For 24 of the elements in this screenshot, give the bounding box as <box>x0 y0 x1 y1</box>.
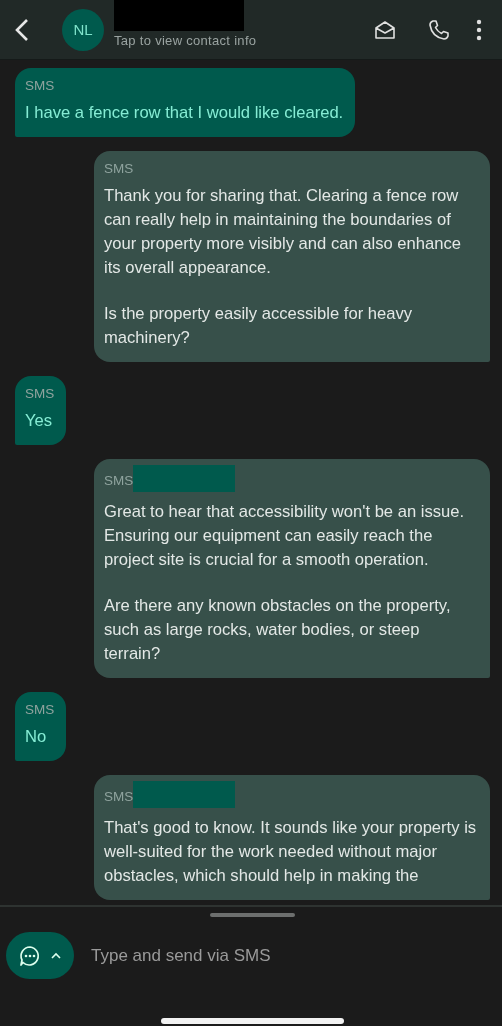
contact-avatar[interactable]: NL <box>62 8 104 51</box>
message-text: Are there any known obstacles on the property, such as large rocks, water bodies, or steep terrain? <box>104 595 452 665</box>
contact-info-link[interactable]: Tap to view contact info <box>114 32 358 48</box>
chat-bubble-icon <box>18 943 42 968</box>
message-type-label: SMS <box>25 78 55 93</box>
message-text: Is the property easily accessible for heavy machinery? <box>104 303 414 349</box>
caret-icon <box>50 951 62 960</box>
more-options-icon[interactable] <box>476 18 482 41</box>
message-type-label: SMS <box>25 702 55 717</box>
phone-icon[interactable] <box>428 18 450 41</box>
message-type-label: SMS <box>25 386 55 401</box>
message-text: That's good to know. It sounds like your property is well-suited for the work needed without major obstacles, which should help in making the <box>104 817 478 887</box>
message-text: Great to hear that accessibility won't be an issue. Ensuring our equipment can easily reach the project site is crucial for a smooth operation. <box>104 501 466 571</box>
drag-handle[interactable] <box>210 913 295 917</box>
message-type-label: SMS <box>104 473 134 488</box>
message-text: No <box>25 726 48 748</box>
message-type-label: SMS <box>104 789 134 804</box>
message-text: Yes <box>25 410 54 432</box>
message-text: Thank you for sharing that. Clearing a fence row can really help in maintaining the boundaries of your property more visibly and can also enhance its overall appearance. <box>104 185 462 279</box>
message-input[interactable]: Type and send via SMS <box>89 944 473 967</box>
message-type-label: SMS <box>104 161 134 176</box>
envelope-icon[interactable] <box>374 18 396 41</box>
message-text: I have a fence row that I would like cleared. <box>25 102 344 124</box>
message-options-button[interactable] <box>6 932 74 979</box>
